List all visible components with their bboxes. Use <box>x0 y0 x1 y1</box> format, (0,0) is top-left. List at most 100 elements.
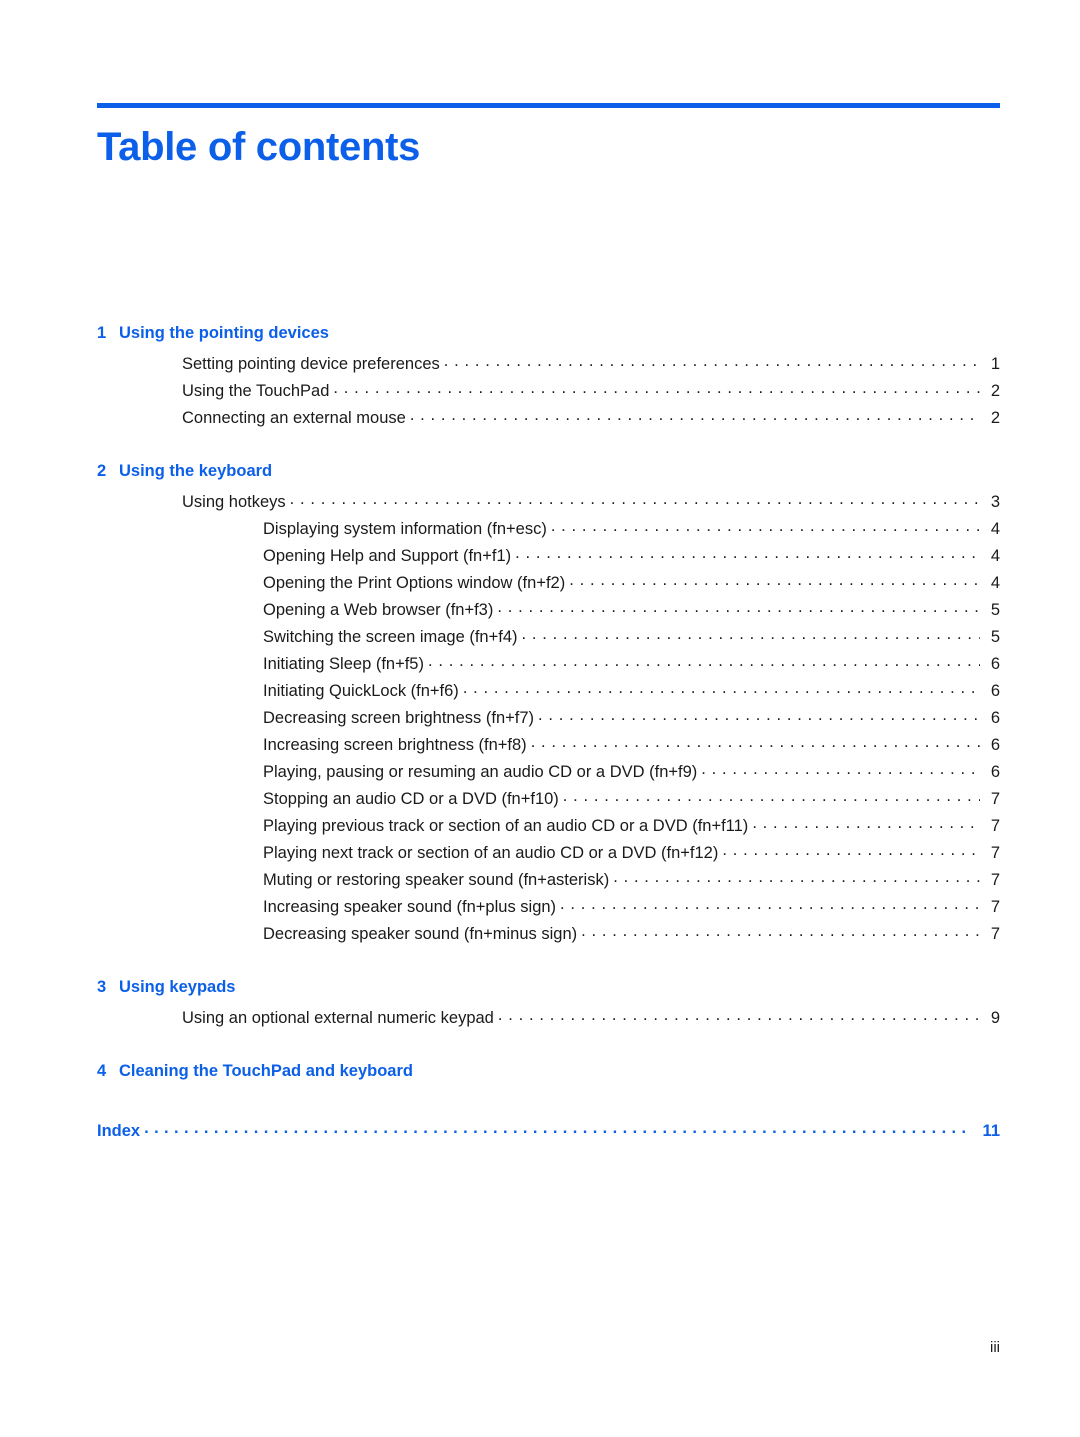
dot-leader <box>701 761 980 778</box>
toc-entry-label: Setting pointing device preferences <box>182 355 440 373</box>
toc-entry-page-number: 5 <box>990 628 1000 646</box>
dot-leader <box>563 788 980 805</box>
dot-leader <box>538 707 980 724</box>
toc-entry[interactable]: Initiating Sleep (fn+f5) 6 <box>97 651 1000 678</box>
toc-entry[interactable]: Using the TouchPad 2 <box>97 378 1000 405</box>
toc-chapter: 2 Using the keyboard Using hotkeys 3 Display… <box>97 458 1000 948</box>
toc-entry[interactable]: Setting pointing device preferences 1 <box>97 351 1000 378</box>
toc-entry-label: Muting or restoring speaker sound (fn+as… <box>263 871 610 889</box>
toc-entry-label: Initiating Sleep (fn+f5) <box>263 655 424 673</box>
toc-entry-label: Playing previous track or section of an … <box>263 817 749 835</box>
toc-index-entry[interactable]: Index 11 <box>97 1118 1000 1145</box>
toc-chapter: 4 Cleaning the TouchPad and keyboard <box>97 1058 1000 1085</box>
dot-leader <box>522 626 980 643</box>
toc-chapter-number: 3 <box>97 978 107 996</box>
toc-entry-page-number: 7 <box>990 790 1000 808</box>
toc-entry-label: Switching the screen image (fn+f4) <box>263 628 518 646</box>
toc-entry-page-number: 2 <box>990 382 1000 400</box>
toc-entry-label: Decreasing screen brightness (fn+f7) <box>263 709 535 727</box>
toc-entry[interactable]: Playing previous track or section of an … <box>97 813 1000 840</box>
toc-chapter-title: Using the pointing devices <box>119 324 329 342</box>
toc-entry-page-number: 6 <box>990 682 1000 700</box>
toc-entry[interactable]: Connecting an external mouse 2 <box>97 405 1000 432</box>
toc-entry[interactable]: Increasing screen brightness (fn+f8) 6 <box>97 732 1000 759</box>
toc-entry[interactable]: Initiating QuickLock (fn+f6) 6 <box>97 678 1000 705</box>
toc-chapter-title: Using the keyboard <box>119 462 273 480</box>
toc-entry[interactable]: Decreasing screen brightness (fn+f7) 6 <box>97 705 1000 732</box>
toc-chapter: 3 Using keypads Using an optional external… <box>97 974 1000 1032</box>
toc-entry-page-number: 5 <box>990 601 1000 619</box>
toc-entry-page-number: 9 <box>990 1009 1000 1027</box>
toc-entry[interactable]: Opening Help and Support (fn+f1) 4 <box>97 543 1000 570</box>
toc-chapter-number: 4 <box>97 1062 107 1080</box>
toc-entry-page-number: 7 <box>990 898 1000 916</box>
toc-entry[interactable]: Opening a Web browser (fn+f3) 5 <box>97 597 1000 624</box>
toc-index-page-number: 11 <box>982 1122 1000 1140</box>
dot-leader <box>560 896 980 913</box>
dot-leader <box>498 1007 980 1024</box>
toc-entry[interactable]: Playing, pausing or resuming an audio CD… <box>97 759 1000 786</box>
toc-chapter-title: Cleaning the TouchPad and keyboard <box>119 1062 413 1080</box>
toc-chapter: 1 Using the pointing devices Setting point… <box>97 320 1000 432</box>
toc-chapter-number: 2 <box>97 462 107 480</box>
toc-entry-label: Using hotkeys <box>182 493 286 511</box>
toc-entry-label: Opening the Print Options window (fn+f2) <box>263 574 566 592</box>
toc-entry[interactable]: Opening the Print Options window (fn+f2)… <box>97 570 1000 597</box>
toc-entry-label: Decreasing speaker sound (fn+minus sign) <box>263 925 578 943</box>
toc-entry-page-number: 7 <box>990 925 1000 943</box>
dot-leader <box>722 842 980 859</box>
dot-leader <box>333 380 980 397</box>
toc-index-label: Index <box>97 1122 141 1140</box>
dot-leader <box>531 734 980 751</box>
dot-leader <box>428 653 980 670</box>
toc-entry-page-number: 4 <box>990 520 1000 538</box>
dot-leader <box>463 680 980 697</box>
toc-entry-page-number: 7 <box>990 844 1000 862</box>
toc-entry-label: Increasing screen brightness (fn+f8) <box>263 736 527 754</box>
toc-entry[interactable]: Muting or restoring speaker sound (fn+as… <box>97 867 1000 894</box>
toc-entry-page-number: 4 <box>990 547 1000 565</box>
page-title: Table of contents <box>97 125 421 169</box>
toc-entry-label: Opening Help and Support (fn+f1) <box>263 547 512 565</box>
toc-entry-label: Opening a Web browser (fn+f3) <box>263 601 494 619</box>
toc-entry[interactable]: Decreasing speaker sound (fn+minus sign)… <box>97 921 1000 948</box>
toc-chapter-heading[interactable]: 2 Using the keyboard <box>97 458 1000 485</box>
toc-chapter-heading[interactable]: 4 Cleaning the TouchPad and keyboard <box>97 1058 1000 1085</box>
toc-entry[interactable]: Increasing speaker sound (fn+plus sign) 7 <box>97 894 1000 921</box>
dot-leader <box>613 869 980 886</box>
toc-entry[interactable]: Using an optional external numeric keypa… <box>97 1005 1000 1032</box>
dot-leader <box>410 407 980 424</box>
toc-page: Table of contents 1 Using the pointing de… <box>0 0 1080 1437</box>
dot-leader <box>444 353 980 370</box>
toc-entry-page-number: 3 <box>990 493 1000 511</box>
toc-entry-page-number: 6 <box>990 709 1000 727</box>
toc-entry[interactable]: Stopping an audio CD or a DVD (fn+f10) 7 <box>97 786 1000 813</box>
toc-chapter-title: Using keypads <box>119 978 236 996</box>
toc-entry-label: Connecting an external mouse <box>182 409 406 427</box>
toc-entry-label: Using an optional external numeric keypa… <box>182 1009 494 1027</box>
toc-chapter-heading[interactable]: 3 Using keypads <box>97 974 1000 1001</box>
toc-entry-label: Increasing speaker sound (fn+plus sign) <box>263 898 557 916</box>
toc-entry-page-number: 7 <box>990 817 1000 835</box>
toc-entry-label: Playing next track or section of an audi… <box>263 844 719 862</box>
footer-page-number: iii <box>990 1339 1000 1356</box>
toc-entry[interactable]: Switching the screen image (fn+f4) 5 <box>97 624 1000 651</box>
toc-entry-page-number: 1 <box>990 355 1000 373</box>
table-of-contents: 1 Using the pointing devices Setting point… <box>97 320 1000 1145</box>
toc-chapter-heading[interactable]: 1 Using the pointing devices <box>97 320 1000 347</box>
toc-entry[interactable]: Playing next track or section of an audi… <box>97 840 1000 867</box>
toc-entry-page-number: 6 <box>990 763 1000 781</box>
toc-entry[interactable]: Using hotkeys 3 <box>97 489 1000 516</box>
toc-entry-page-number: 2 <box>990 409 1000 427</box>
dot-leader <box>497 599 980 616</box>
dot-leader <box>515 545 980 562</box>
dot-leader <box>569 572 980 589</box>
toc-entry[interactable]: Displaying system information (fn+esc) 4 <box>97 516 1000 543</box>
toc-entry-label: Displaying system information (fn+esc) <box>263 520 547 538</box>
toc-entry-label: Playing, pausing or resuming an audio CD… <box>263 763 698 781</box>
toc-entry-page-number: 7 <box>990 871 1000 889</box>
dot-leader <box>290 491 980 508</box>
page-content: Table of contents 1 Using the pointing de… <box>97 0 1000 1145</box>
toc-entry-label: Initiating QuickLock (fn+f6) <box>263 682 459 700</box>
dot-leader <box>551 518 980 535</box>
